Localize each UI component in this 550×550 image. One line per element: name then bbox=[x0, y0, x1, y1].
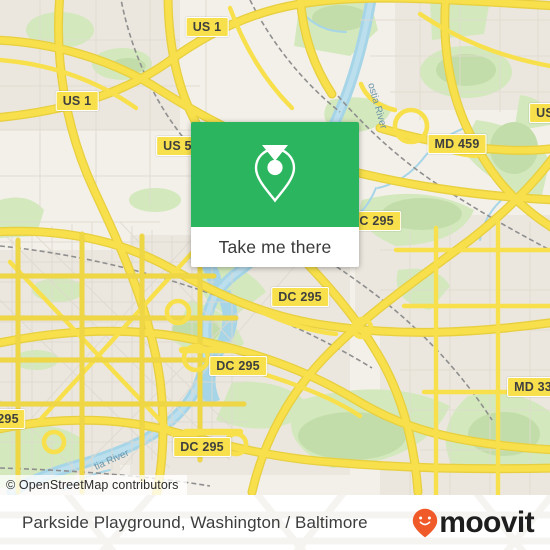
moovit-wordmark: moovit bbox=[439, 505, 534, 539]
osm-attribution[interactable]: © OpenStreetMap contributors bbox=[0, 475, 187, 495]
map-screenshot: .rdM{stroke:#f7e04b;stroke-linecap:round… bbox=[0, 0, 550, 550]
road-shield: MD 33 bbox=[507, 377, 550, 397]
road-shield: MD 459 bbox=[427, 134, 487, 154]
moovit-logo[interactable]: moovit bbox=[412, 505, 535, 539]
road-shield: DC 295 bbox=[209, 356, 267, 376]
road-shield: 295 bbox=[0, 409, 26, 429]
footer-bar: Parkside Playground, Washington / Baltim… bbox=[0, 495, 550, 550]
road-shield: DC 295 bbox=[271, 287, 329, 307]
road-shield: US 1 bbox=[55, 91, 99, 111]
popup-action-label: Take me there bbox=[218, 236, 332, 257]
moovit-smiley-pin-icon bbox=[413, 508, 438, 537]
road-shield: US 1 bbox=[185, 17, 229, 37]
popup-icon-area bbox=[191, 122, 359, 227]
map-popup-card[interactable]: Take me there bbox=[191, 122, 359, 267]
popup-action-button[interactable]: Take me there bbox=[191, 227, 359, 267]
road-shield: US bbox=[529, 103, 550, 123]
location-title: Parkside Playground, Washington / Baltim… bbox=[22, 512, 368, 532]
road-shield: DC 295 bbox=[173, 437, 231, 457]
popup-pointer bbox=[262, 145, 288, 161]
